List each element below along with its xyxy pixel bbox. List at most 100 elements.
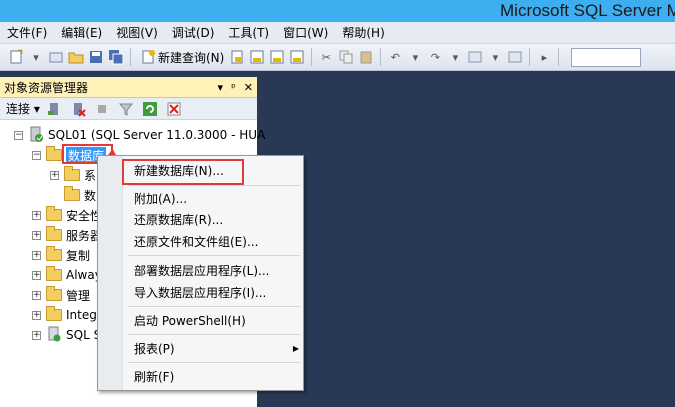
menu-window[interactable]: 窗口(W)	[276, 24, 335, 41]
object-explorer-toolbar: 连接 ▾	[0, 98, 257, 120]
menu-item-attach[interactable]: 附加(A)...	[134, 188, 299, 208]
menu-bar: 文件(F) 编辑(E) 视图(V) 调试(D) 工具(T) 窗口(W) 帮助(H…	[0, 22, 675, 44]
undo-dropdown-icon[interactable]: ▾	[407, 49, 423, 65]
xmla-query-icon[interactable]	[289, 49, 305, 65]
navigate-icon[interactable]	[467, 49, 483, 65]
folder-icon	[46, 286, 62, 301]
menu-tools[interactable]: 工具(T)	[221, 24, 276, 41]
submenu-arrow-icon: ▶	[292, 343, 299, 353]
expand-icon[interactable]: +	[50, 170, 59, 180]
menu-item-label: 导入数据层应用程序(I)...	[134, 285, 267, 300]
filter-icon[interactable]	[118, 101, 134, 117]
tree-node-sql-server-agent[interactable]: + SQL S	[32, 326, 101, 344]
object-explorer-title: 对象资源管理器	[4, 80, 89, 95]
expand-icon[interactable]: +	[32, 230, 41, 240]
disconnect-server-icon[interactable]	[70, 101, 86, 117]
cut-icon[interactable]: ✂	[318, 49, 334, 65]
activity-monitor-icon[interactable]	[166, 101, 182, 117]
menu-item-restore-database[interactable]: 还原数据库(R)...	[134, 209, 299, 229]
dropdown-icon[interactable]: ▾	[28, 49, 44, 65]
new-database-highlight-box	[122, 159, 244, 185]
menu-help[interactable]: 帮助(H)	[335, 24, 391, 41]
menu-separator	[128, 362, 300, 363]
connect-button[interactable]: 连接 ▾	[6, 100, 40, 117]
redo-icon[interactable]: ↷	[427, 49, 443, 65]
expand-icon[interactable]: +	[32, 210, 41, 220]
analysis-mdx-query-icon[interactable]	[249, 49, 265, 65]
tree-node-database-snapshots[interactable]: 数	[64, 186, 96, 204]
server-label: SQL01 (SQL Server 11.0.3000 - HUA	[48, 128, 266, 142]
folder-icon	[46, 226, 62, 241]
folder-icon	[46, 246, 62, 261]
tree-node-server-objects[interactable]: + 服务器	[32, 226, 102, 244]
menu-item-label: 附加(A)...	[134, 191, 188, 206]
menu-item-label: 刷新(F)	[134, 369, 175, 384]
databases-context-menu: 新建数据库(N)... 附加(A)... 还原数据库(R)... 还原文件和文件…	[97, 155, 304, 391]
toolbar-separator	[558, 48, 560, 66]
folder-icon	[46, 206, 62, 221]
tree-node-management[interactable]: + 管理	[32, 286, 90, 304]
collapse-icon[interactable]: −	[14, 130, 23, 140]
tree-node-security[interactable]: + 安全性	[32, 206, 102, 224]
connect-server-icon[interactable]	[46, 101, 62, 117]
redo-dropdown-icon[interactable]: ▾	[447, 49, 463, 65]
menu-item-reports[interactable]: 报表(P) ▶	[134, 338, 299, 358]
stop-icon[interactable]	[94, 101, 110, 117]
tree-node-integration-services[interactable]: + Integ	[32, 306, 97, 324]
menu-separator	[128, 306, 300, 307]
tree-node-server[interactable]: − SQL01 (SQL Server 11.0.3000 - HUA	[14, 126, 265, 144]
menu-item-refresh[interactable]: 刷新(F)	[134, 366, 299, 386]
menu-item-deploy-data-tier[interactable]: 部署数据层应用程序(L)...	[134, 260, 299, 280]
refresh-icon[interactable]	[142, 101, 158, 117]
expand-icon[interactable]: +	[32, 250, 41, 260]
connect-label: 连接	[6, 102, 31, 116]
window-icon[interactable]	[507, 49, 523, 65]
menu-separator	[128, 185, 300, 186]
menu-view[interactable]: 视图(V)	[109, 24, 165, 41]
menu-file[interactable]: 文件(F)	[0, 24, 54, 41]
panel-close-icon[interactable]: ✕	[244, 81, 253, 94]
add-item-icon[interactable]	[48, 49, 64, 65]
menu-edit[interactable]: 编辑(E)	[54, 24, 109, 41]
panel-dropdown-icon[interactable]: ▾	[218, 81, 224, 94]
tree-node-system-databases[interactable]: + 系	[50, 166, 96, 184]
menu-item-label: 部署数据层应用程序(L)...	[134, 263, 270, 278]
save-all-icon[interactable]	[108, 49, 124, 65]
database-engine-query-icon[interactable]	[229, 49, 245, 65]
folder-icon	[64, 186, 80, 201]
start-debug-icon[interactable]: ▸	[536, 49, 552, 65]
tree-node-replication[interactable]: + 复制	[32, 246, 90, 264]
expand-icon[interactable]: +	[32, 270, 41, 280]
menu-item-label: 还原文件和文件组(E)...	[134, 234, 259, 249]
menu-item-start-powershell[interactable]: 启动 PowerShell(H)	[134, 310, 299, 330]
copy-icon[interactable]	[338, 49, 354, 65]
menu-item-restore-files[interactable]: 还原文件和文件组(E)...	[134, 231, 299, 251]
save-icon[interactable]	[88, 49, 104, 65]
connect-dropdown-icon: ▾	[33, 102, 40, 116]
open-folder-icon[interactable]	[68, 49, 84, 65]
paste-icon[interactable]	[358, 49, 374, 65]
menu-debug[interactable]: 调试(D)	[165, 24, 222, 41]
new-query-icon	[140, 49, 156, 65]
object-explorer-header: 对象资源管理器 ▾ ᵖ ✕	[0, 77, 257, 98]
expand-icon[interactable]: +	[32, 310, 41, 320]
panel-pin-icon[interactable]: ᵖ	[231, 81, 236, 94]
navigate-dropdown-icon[interactable]: ▾	[487, 49, 503, 65]
tree-node-label: 复制	[66, 248, 91, 263]
agent-icon	[46, 326, 62, 345]
collapse-icon[interactable]: −	[32, 150, 41, 160]
expand-icon[interactable]: +	[32, 330, 41, 340]
folder-icon	[46, 266, 62, 281]
analysis-dmx-query-icon[interactable]	[269, 49, 285, 65]
expand-icon[interactable]: +	[32, 290, 41, 300]
menu-item-import-data-tier[interactable]: 导入数据层应用程序(I)...	[134, 282, 299, 302]
new-query-label: 新建查询(N)	[158, 50, 225, 65]
find-combo-input[interactable]	[571, 47, 642, 67]
new-project-icon[interactable]	[8, 49, 24, 65]
new-query-button[interactable]: 新建查询(N)	[135, 49, 227, 66]
tree-node-label: Integ	[66, 308, 97, 322]
menu-item-label: 启动 PowerShell(H)	[134, 313, 246, 328]
undo-icon[interactable]: ↶	[387, 49, 403, 65]
tree-node-alwayson[interactable]: + Alway	[32, 266, 102, 284]
toolbar-separator	[311, 48, 313, 66]
